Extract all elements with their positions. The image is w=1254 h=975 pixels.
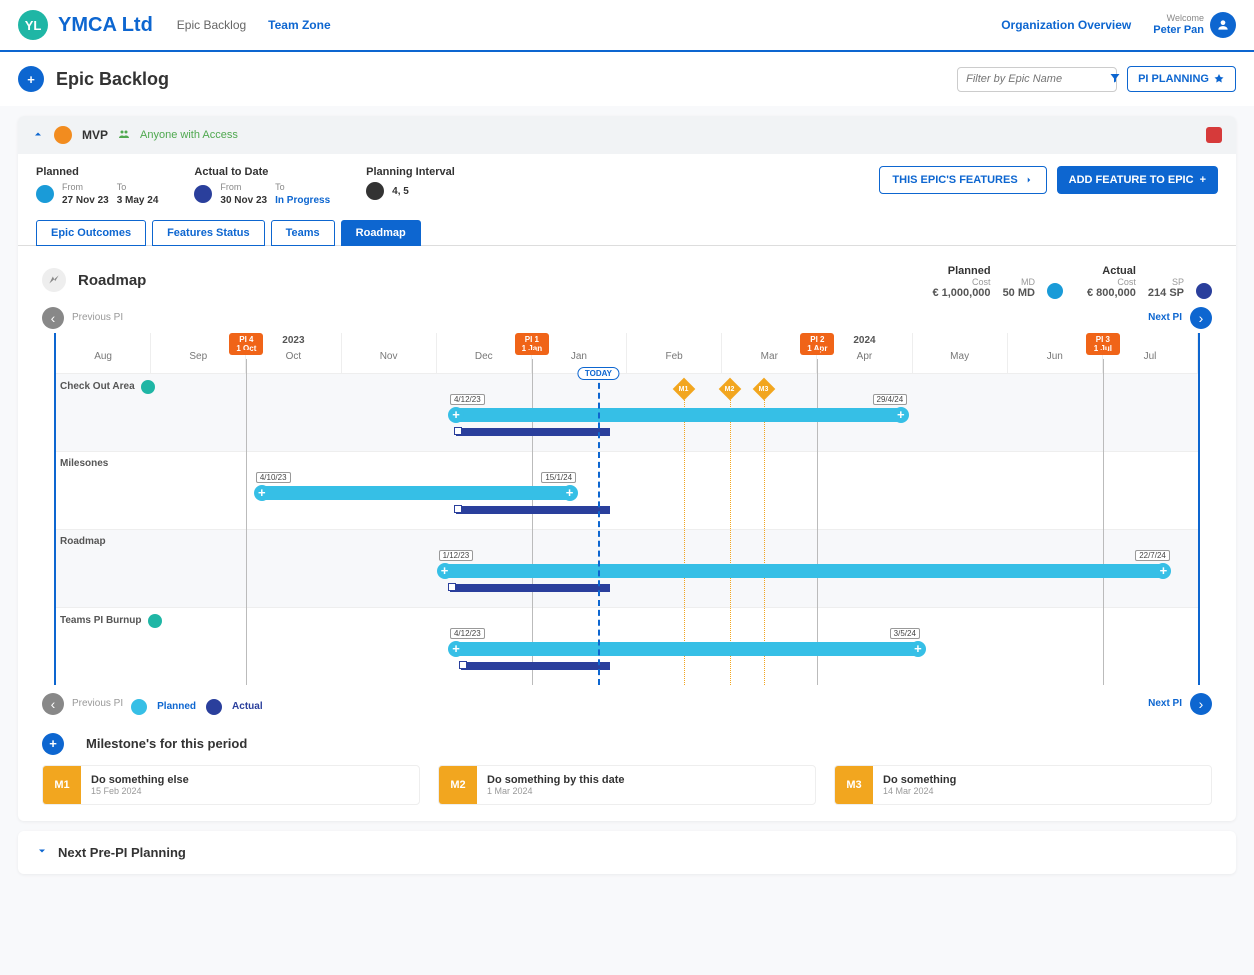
gantt-body: Check Out Area++4/12/2329/4/24Milesones+…: [56, 373, 1198, 685]
org-overview-link[interactable]: Organization Overview: [1001, 18, 1131, 32]
tab-features-status[interactable]: Features Status: [152, 220, 265, 246]
next-pi-label-bottom: Next PI: [1148, 698, 1182, 709]
actual-icon: [194, 185, 212, 203]
planned-bar[interactable]: ++: [439, 564, 1170, 578]
actual-sp: 214 SP: [1148, 287, 1184, 299]
planned-summary-icon: [1047, 283, 1063, 299]
gantt-chart: AugSepOct2023NovDecJanFebMarApr2024MayJu…: [54, 333, 1200, 685]
actual-bar[interactable]: [456, 428, 610, 436]
add-milestone-button[interactable]: +: [42, 733, 64, 755]
page-title: Epic Backlog: [56, 69, 169, 90]
actual-bar[interactable]: [456, 506, 610, 514]
nav-epic-backlog[interactable]: Epic Backlog: [177, 18, 246, 32]
plus-icon: +: [1200, 174, 1206, 186]
milestone-card[interactable]: M2Do something by this date1 Mar 2024: [438, 765, 816, 805]
add-feature-button[interactable]: ADD FEATURE TO EPIC +: [1057, 166, 1218, 194]
pi-marker: PI 11 Jan: [515, 333, 549, 355]
planned-bar[interactable]: ++: [450, 408, 907, 422]
milestone-card[interactable]: M1Do something else15 Feb 2024: [42, 765, 420, 805]
next-pi-label: Next PI: [1148, 312, 1182, 323]
org-name[interactable]: YMCA Ltd: [58, 14, 153, 37]
planned-cost: € 1,000,000: [932, 287, 990, 299]
page-toolbar: + Epic Backlog PI PLANNING: [0, 52, 1254, 106]
timeline-header: AugSepOct2023NovDecJanFebMarApr2024MayJu…: [56, 333, 1198, 373]
planned-md: 50 MD: [1003, 287, 1035, 299]
add-epic-button[interactable]: +: [18, 66, 44, 92]
gantt-row: Milesones++4/10/2315/1/24: [56, 451, 1198, 529]
epic-type-icon: [54, 126, 72, 144]
pi-marker: PI 31 Jul: [1086, 333, 1120, 355]
actual-summary-icon: [1196, 283, 1212, 299]
nav-team-zone[interactable]: Team Zone: [268, 18, 330, 32]
tab-teams[interactable]: Teams: [271, 220, 335, 246]
legend-actual: Actual: [232, 701, 263, 712]
next-pre-pi-planning[interactable]: Next Pre-PI Planning: [18, 831, 1236, 874]
roadmap-icon: [42, 268, 66, 292]
gantt-row: Teams PI Burnup++4/12/233/5/24: [56, 607, 1198, 685]
pi-planning-button[interactable]: PI PLANNING: [1127, 66, 1236, 92]
pi-icon: [366, 182, 384, 200]
pi-marker: PI 21 Apr: [800, 333, 834, 355]
actual-bar[interactable]: [461, 662, 609, 670]
user-name: Peter Pan: [1153, 24, 1204, 36]
delete-epic-button[interactable]: [1206, 127, 1222, 143]
app-header: YL YMCA Ltd Epic Backlog Team Zone Organ…: [0, 0, 1254, 52]
legend-planned-icon: [131, 699, 147, 715]
next-pi-button-bottom[interactable]: ›: [1190, 693, 1212, 715]
user-avatar-icon: [1210, 12, 1236, 38]
planned-bar[interactable]: ++: [256, 486, 576, 500]
epic-card: MVP Anyone with Access Planned From27 No…: [18, 116, 1236, 821]
user-welcome-label: Welcome: [1153, 14, 1204, 24]
tab-epic-outcomes[interactable]: Epic Outcomes: [36, 220, 146, 246]
prev-pi-button[interactable]: ‹: [42, 307, 64, 329]
actual-bar[interactable]: [450, 584, 610, 592]
legend-actual-icon: [206, 699, 222, 715]
prev-pi-label-bottom: Previous PI: [72, 698, 123, 709]
next-pi-button[interactable]: ›: [1190, 307, 1212, 329]
user-menu[interactable]: Welcome Peter Pan: [1153, 12, 1236, 38]
access-label: Anyone with Access: [140, 129, 238, 141]
planned-block: Planned From27 Nov 23 To3 May 24: [36, 166, 158, 207]
planned-icon: [36, 185, 54, 203]
chevron-right-icon: [1024, 175, 1034, 185]
gantt-row: Roadmap++1/12/2322/7/24: [56, 529, 1198, 607]
month-may: May: [913, 333, 1008, 373]
milestone-card[interactable]: M3Do something14 Mar 2024: [834, 765, 1212, 805]
planned-bar[interactable]: ++: [450, 642, 924, 656]
tab-roadmap[interactable]: Roadmap: [341, 220, 421, 246]
access-icon: [118, 128, 130, 143]
gantt-row: Check Out Area++4/12/2329/4/24: [56, 373, 1198, 451]
roadmap-title: Roadmap: [78, 272, 146, 289]
prev-pi-button-bottom[interactable]: ‹: [42, 693, 64, 715]
filter-box[interactable]: [957, 67, 1117, 92]
today-marker: TODAY: [578, 367, 619, 380]
chevron-down-icon: [36, 845, 48, 860]
milestones-title: Milestone's for this period: [86, 736, 247, 751]
funnel-icon[interactable]: [1109, 72, 1121, 87]
filter-input[interactable]: [966, 73, 1109, 85]
pi-block: Planning Interval 4, 5: [366, 166, 455, 200]
collapse-icon[interactable]: [32, 128, 44, 143]
roadmap-section: Roadmap Planned Cost € 1,000,000 MD 50 M…: [18, 246, 1236, 821]
epic-header: MVP Anyone with Access: [18, 116, 1236, 154]
legend-planned: Planned: [157, 701, 196, 712]
epic-tabs: Epic Outcomes Features Status Teams Road…: [18, 219, 1236, 246]
month-aug: Aug: [56, 333, 151, 373]
pi-planning-icon: [1213, 73, 1225, 85]
prev-pi-label: Previous PI: [72, 312, 123, 323]
org-logo: YL: [18, 10, 48, 40]
month-nov: Nov: [342, 333, 437, 373]
epic-name[interactable]: MVP: [82, 128, 108, 142]
month-feb: Feb: [627, 333, 722, 373]
actual-block: Actual to Date From30 Nov 23 ToIn Progre…: [194, 166, 330, 207]
actual-cost: € 800,000: [1087, 287, 1136, 299]
epic-features-button[interactable]: THIS EPIC'S FEATURES: [879, 166, 1046, 194]
pi-marker: PI 41 Oct: [229, 333, 263, 355]
